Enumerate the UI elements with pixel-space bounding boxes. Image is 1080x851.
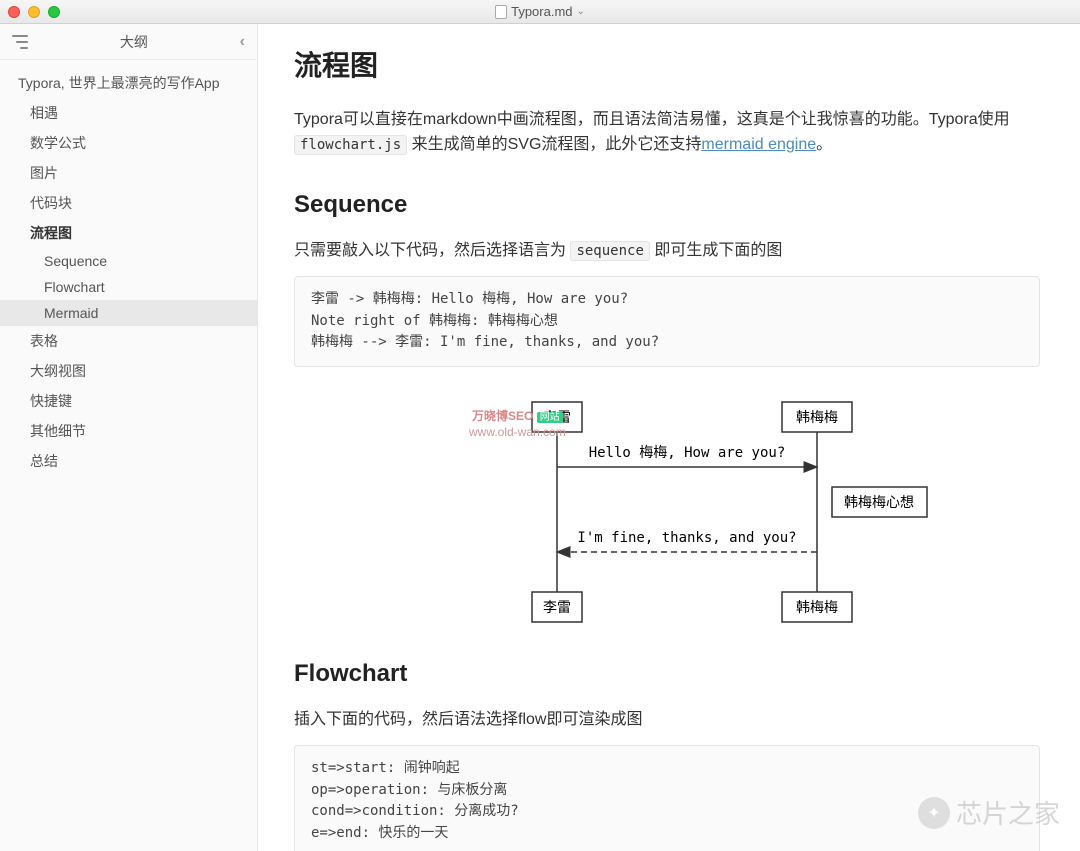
inline-code-sequence: sequence: [570, 241, 649, 261]
chevron-down-icon[interactable]: ⌄: [577, 6, 585, 17]
outline-tree: Typora, 世界上最漂亮的写作App相遇数学公式图片代码块流程图Sequen…: [0, 60, 257, 484]
file-icon: [495, 5, 507, 19]
sidebar-item-13[interactable]: 总结: [0, 446, 257, 476]
outline-icon[interactable]: [12, 35, 28, 49]
heading-sequence: Sequence: [294, 186, 1040, 224]
svg-text:韩梅梅: 韩梅梅: [796, 410, 838, 426]
svg-text:I'm fine, thanks, and you?: I'm fine, thanks, and you?: [577, 530, 796, 546]
inline-code-flowchartjs: flowchart.js: [294, 135, 407, 155]
content-area[interactable]: 流程图 Typora可以直接在markdown中画流程图，而且语法简洁易懂，这真…: [258, 24, 1080, 851]
svg-text:李雷: 李雷: [543, 600, 571, 616]
mermaid-link[interactable]: mermaid engine: [701, 136, 816, 153]
svg-text:Hello 梅梅, How are you?: Hello 梅梅, How are you?: [589, 445, 786, 461]
sidebar-item-7[interactable]: Flowchart: [0, 274, 257, 300]
sidebar-item-9[interactable]: 表格: [0, 326, 257, 356]
sequence-intro: 只需要敲入以下代码，然后选择语言为 sequence 即可生成下面的图: [294, 238, 1040, 264]
titlebar: Typora.md ⌄: [0, 0, 1080, 24]
sidebar-item-10[interactable]: 大纲视图: [0, 356, 257, 386]
sidebar-item-6[interactable]: Sequence: [0, 248, 257, 274]
sidebar-item-2[interactable]: 数学公式: [0, 128, 257, 158]
sidebar-item-12[interactable]: 其他细节: [0, 416, 257, 446]
watermark: 万晓博SEO 网站 www.old-wan.com: [469, 409, 566, 440]
sequence-diagram: 万晓博SEO 网站 www.old-wan.com 李雷 韩梅梅 Hello 梅…: [294, 397, 1040, 627]
sidebar: 大纲 ‹ Typora, 世界上最漂亮的写作App相遇数学公式图片代码块流程图S…: [0, 24, 258, 851]
sidebar-item-11[interactable]: 快捷键: [0, 386, 257, 416]
flowchart-intro: 插入下面的代码，然后语法选择flow即可渲染成图: [294, 707, 1040, 733]
svg-text:韩梅梅: 韩梅梅: [796, 600, 838, 616]
sidebar-item-5[interactable]: 流程图: [0, 218, 257, 248]
sidebar-item-4[interactable]: 代码块: [0, 188, 257, 218]
chevron-left-icon[interactable]: ‹: [240, 33, 245, 51]
sequence-code-block[interactable]: 李雷 -> 韩梅梅: Hello 梅梅, How are you? Note r…: [294, 276, 1040, 367]
bottom-watermark: ✦ 芯片之家: [918, 794, 1060, 831]
svg-text:韩梅梅心想: 韩梅梅心想: [844, 495, 914, 511]
heading-flowchart-section: Flowchart: [294, 655, 1040, 693]
sidebar-item-1[interactable]: 相遇: [0, 98, 257, 128]
wechat-icon: ✦: [918, 797, 950, 829]
intro-paragraph: Typora可以直接在markdown中画流程图，而且语法简洁易懂，这真是个让我…: [294, 107, 1040, 158]
sidebar-item-8[interactable]: Mermaid: [0, 300, 257, 326]
sidebar-title: 大纲: [28, 32, 240, 52]
sidebar-item-0[interactable]: Typora, 世界上最漂亮的写作App: [0, 68, 257, 98]
window-title: Typora.md ⌄: [0, 4, 1080, 19]
sidebar-item-3[interactable]: 图片: [0, 158, 257, 188]
window-title-text: Typora.md: [511, 4, 572, 19]
heading-flowchart: 流程图: [294, 44, 1040, 89]
sidebar-header: 大纲 ‹: [0, 24, 257, 60]
